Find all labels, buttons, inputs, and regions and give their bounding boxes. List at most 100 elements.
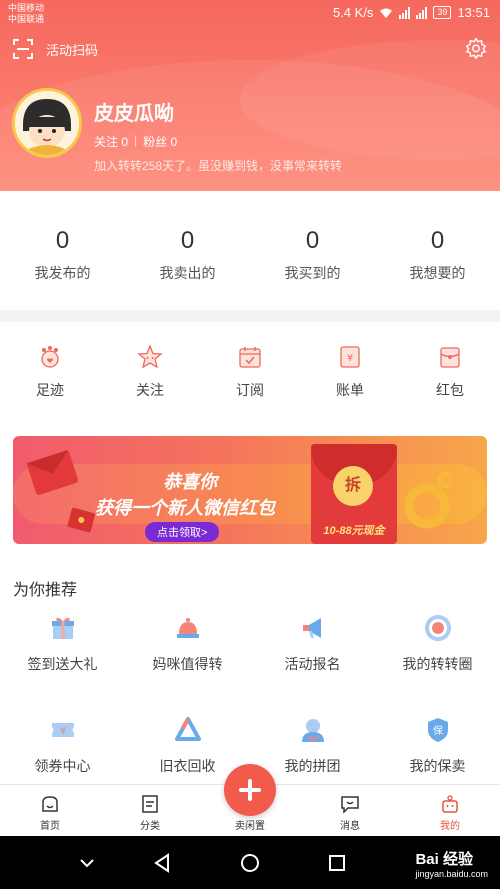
rec-label: 领券中心: [34, 758, 91, 774]
shortcut-bar: 足迹 关注 订阅 ¥ 账单 红包: [0, 322, 500, 422]
red-envelope: 拆 10-88元现金: [311, 444, 397, 544]
watermark-brand: Bai 经验: [415, 851, 473, 868]
shortcut-subscribe[interactable]: 订阅: [200, 322, 300, 422]
watermark: Bai 经验 jingyan.baidu.com: [415, 848, 488, 879]
stat-label: 我买到的: [284, 265, 341, 281]
svg-text:保: 保: [433, 724, 443, 737]
wifi-icon: [380, 8, 393, 18]
stat-wanted[interactable]: 0 我想要的: [375, 191, 500, 310]
group-icon: [301, 719, 324, 742]
avatar[interactable]: [12, 88, 82, 158]
promo-banner[interactable]: 恭喜你 获得一个新人微信红包 点击领取> 拆 10-88元现金: [13, 436, 487, 544]
tab-category[interactable]: 分类: [100, 785, 200, 836]
stat-value: 0: [430, 227, 445, 254]
rec-mommy[interactable]: 妈咪值得转: [125, 614, 250, 716]
shortcut-label: 关注: [136, 382, 164, 398]
gear-icon[interactable]: [465, 37, 487, 59]
stat-label: 我想要的: [409, 265, 466, 281]
shortcut-redpacket[interactable]: 红包: [400, 322, 500, 422]
recycle-icon: [174, 717, 201, 741]
carrier-label: 中国联通: [8, 14, 45, 24]
follow-stats: 关注 0 | 粉丝 0: [94, 133, 177, 150]
follow-count[interactable]: 关注 0: [94, 133, 128, 150]
chevron-down-icon[interactable]: [76, 852, 98, 874]
svg-text:¥: ¥: [347, 353, 353, 364]
stat-published[interactable]: 0 我发布的: [0, 191, 125, 310]
recents-icon[interactable]: [326, 852, 348, 874]
shortcut-bill[interactable]: ¥ 账单: [300, 322, 400, 422]
carrier-info: 中国移动 中国联通: [8, 3, 44, 25]
shortcut-follow[interactable]: 关注: [100, 322, 200, 422]
battery-indicator: 39: [433, 6, 452, 19]
banner-title: 恭喜你: [163, 472, 217, 492]
divider: |: [134, 133, 138, 147]
profile-icon: [442, 795, 458, 813]
avatar-image: [15, 91, 79, 155]
tab-label: 首页: [40, 821, 60, 832]
tab-label: 消息: [340, 821, 360, 832]
megaphone-icon: [302, 618, 321, 638]
stat-label: 我发布的: [34, 265, 91, 281]
back-icon[interactable]: [152, 852, 174, 874]
brand-mark-icon: [404, 472, 453, 529]
stat-sold[interactable]: 0 我卖出的: [125, 191, 250, 310]
redpacket-icon: [26, 450, 79, 495]
tab-label: 分类: [140, 821, 160, 832]
rec-label: 活动报名: [284, 656, 341, 672]
redpacket-icon: [67, 507, 95, 533]
rec-label: 签到送大礼: [27, 656, 98, 672]
signal-icon: [399, 6, 411, 19]
shortcut-label: 订阅: [236, 382, 264, 398]
carrier-label: 中国移动: [8, 3, 45, 13]
scan-label[interactable]: 活动扫码: [46, 40, 98, 59]
gift-icon: [51, 617, 74, 639]
tab-label: 我的: [440, 821, 460, 832]
signal-icon: [416, 6, 428, 19]
stat-bought[interactable]: 0 我买到的: [250, 191, 375, 310]
shortcut-label: 账单: [336, 382, 364, 398]
sell-button[interactable]: [224, 764, 276, 816]
banner-subtitle: 获得一个新人微信红包: [95, 498, 275, 518]
star-icon: [137, 344, 163, 369]
rec-label: 我的保卖: [409, 758, 466, 774]
open-coin: 拆: [333, 466, 373, 506]
promo-section: 恭喜你 获得一个新人微信红包 点击领取> 拆 10-88元现金: [0, 422, 500, 556]
svg-text:¥: ¥: [59, 726, 65, 737]
profile-header: 中国移动 中国联通 5.4 K/s 39 13:51 活动扫码 皮皮瓜呦 关注 …: [0, 0, 500, 191]
calendar-icon: [239, 347, 261, 368]
home-circle-icon[interactable]: [239, 852, 261, 874]
status-bar: 中国移动 中国联通 5.4 K/s 39 13:51: [0, 0, 500, 27]
top-bar: 活动扫码: [0, 33, 500, 65]
shield-icon: 保: [427, 718, 448, 742]
status-indicators: 5.4 K/s 39 13:51: [333, 5, 490, 20]
bill-icon: ¥: [340, 346, 360, 368]
rec-event[interactable]: 活动报名: [250, 614, 375, 716]
clock: 13:51: [457, 5, 490, 20]
footprint-icon: [41, 346, 59, 368]
trade-stats: 0 我发布的 0 我卖出的 0 我买到的 0 我想要的: [0, 191, 500, 310]
username[interactable]: 皮皮瓜呦: [94, 97, 174, 126]
ring-icon: [424, 615, 451, 641]
coupon-icon: ¥: [51, 723, 74, 737]
stat-value: 0: [305, 227, 320, 254]
scan-icon[interactable]: [13, 39, 33, 59]
list-icon: [142, 795, 158, 813]
tab-home[interactable]: 首页: [0, 785, 100, 836]
rec-checkin[interactable]: 签到送大礼: [0, 614, 125, 716]
shortcut-footprint[interactable]: 足迹: [0, 322, 100, 422]
rec-label: 我的转转圈: [402, 656, 473, 672]
home-icon: [42, 796, 58, 812]
shortcut-label: 足迹: [36, 382, 64, 398]
message-icon: [341, 796, 359, 814]
rec-circle[interactable]: 我的转转圈: [375, 614, 500, 716]
tab-messages[interactable]: 消息: [300, 785, 400, 836]
recommend-section: 为你推荐 签到送大礼 妈咪值得转 活动报名 我的转转圈 ¥ 领券中心 旧衣回收 …: [0, 556, 500, 788]
watermark-url: jingyan.baidu.com: [415, 869, 488, 879]
fans-count[interactable]: 粉丝 0: [143, 133, 177, 150]
bell-cake-icon: [176, 618, 199, 638]
stat-label: 我卖出的: [159, 265, 216, 281]
claim-button[interactable]: 点击领取>: [145, 522, 220, 542]
rec-label: 妈咪值得转: [152, 656, 223, 672]
tab-mine[interactable]: 我的: [400, 785, 500, 836]
shortcut-label: 红包: [436, 382, 464, 398]
